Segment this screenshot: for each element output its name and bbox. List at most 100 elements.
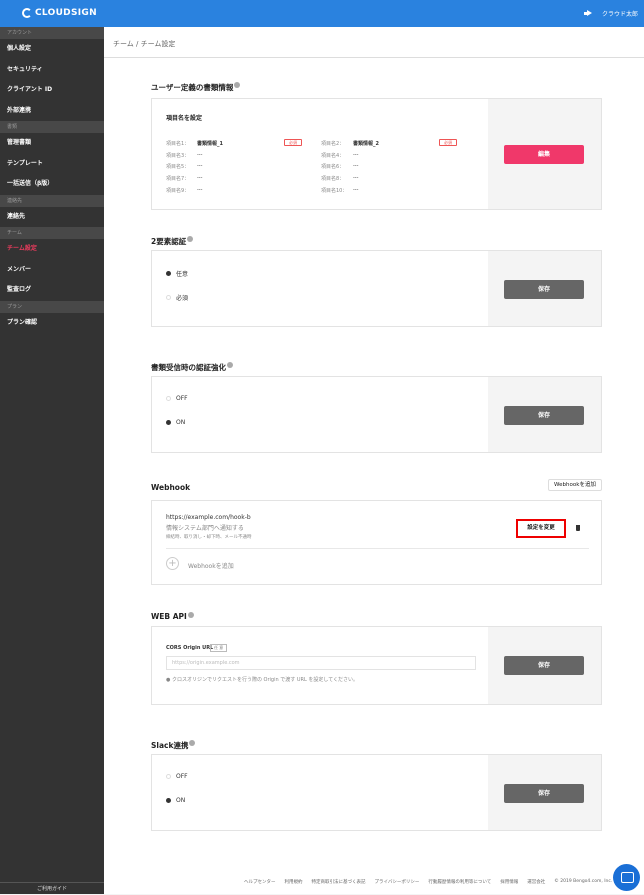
divider xyxy=(166,548,589,549)
field-label-2: 項目名2： xyxy=(321,141,345,147)
custom-title-text: ユーザー定義の書類情報 xyxy=(151,83,234,92)
save-button-receive[interactable]: 保存 xyxy=(504,406,584,425)
add-webhook-link[interactable]: Webhookを追加 xyxy=(188,561,234,570)
field-label-6: 項目名6： xyxy=(321,164,345,170)
footer-legal[interactable]: 特定商取引法に基づく表記 xyxy=(312,879,366,885)
field-value-2: 書類情報_2 xyxy=(353,141,379,147)
action-panel: 編集 xyxy=(488,99,601,209)
field-value-5: --- xyxy=(197,163,203,169)
help-icon[interactable] xyxy=(189,740,196,746)
sidebar-item-personal[interactable]: 個人設定 xyxy=(0,39,104,60)
webapi-title-text: WEB API xyxy=(151,612,187,621)
add-webhook-button-top[interactable]: Webhookを追加 xyxy=(548,479,602,491)
action-panel: 保存 xyxy=(488,627,601,704)
footer-recruit[interactable]: 採用情報 xyxy=(500,879,518,885)
sidebar-item-external[interactable]: 外部連携 xyxy=(0,101,104,122)
option-label: 任意 xyxy=(176,271,189,278)
twofa-title-text: 2要素認証 xyxy=(151,237,187,246)
section-title-webhook: Webhook xyxy=(151,483,191,492)
footer-company[interactable]: 運営会社 xyxy=(527,879,545,885)
section-title-webapi: WEB API xyxy=(151,612,194,621)
field-label-5: 項目名5： xyxy=(166,164,190,170)
section-title-2fa: 2要素認証 xyxy=(151,236,194,247)
save-button-slack[interactable]: 保存 xyxy=(504,784,584,803)
top-bar: CLOUDSIGN クラウド太郎 xyxy=(0,0,644,27)
sidebar-item-audit-log[interactable]: 監査ログ xyxy=(0,280,104,301)
help-icon[interactable] xyxy=(187,612,194,618)
sidebar-section-plan: プラン xyxy=(0,300,104,313)
change-settings-button[interactable]: 設定を変更 xyxy=(516,519,566,538)
footer-help[interactable]: ヘルプセンター xyxy=(244,879,276,885)
help-icon[interactable] xyxy=(227,362,233,368)
cors-label: CORS Origin URL xyxy=(166,645,214,651)
slack-title-text: Slack連携 xyxy=(151,741,189,750)
megaphone-icon[interactable] xyxy=(583,10,592,17)
help-icon[interactable] xyxy=(234,82,241,88)
slack-option-on[interactable]: ON xyxy=(166,797,185,804)
field-value-1: 書類情報_1 xyxy=(197,141,223,147)
sidebar-item-bulk-send[interactable]: 一括送信（β版） xyxy=(0,174,104,195)
field-label-10: 項目名10： xyxy=(321,188,348,194)
cloudsign-logo[interactable]: CLOUDSIGN xyxy=(22,8,97,18)
slack-card: OFF ON 保存 xyxy=(151,754,602,831)
twofa-option-required[interactable]: 必須 xyxy=(166,293,188,302)
footer-behavior[interactable]: 行動履歴情報の利用等について xyxy=(428,879,491,885)
field-label-3: 項目名3： xyxy=(166,153,190,159)
twofa-option-optional[interactable]: 任意 xyxy=(166,269,188,278)
sidebar-item-team-settings[interactable]: チーム設定 xyxy=(0,239,104,260)
twofa-card: 任意 必須 保存 xyxy=(151,250,602,327)
receive-option-on[interactable]: ON xyxy=(166,419,185,426)
option-label: 必須 xyxy=(176,295,189,302)
receive-auth-card: OFF ON 保存 xyxy=(151,376,602,453)
sidebar-section-account: アカウント xyxy=(0,27,104,39)
trash-icon[interactable] xyxy=(576,525,580,531)
custom-info-card: 項目名を設定 項目名1： 書類情報_1 必須 項目名2： 書類情報_2 必須 項… xyxy=(151,98,602,210)
sidebar-item-client-id[interactable]: クライアント ID xyxy=(0,80,104,101)
sidebar-item-contacts[interactable]: 連絡先 xyxy=(0,207,104,228)
help-icon[interactable] xyxy=(187,236,194,242)
webhook-card: https://example.com/hook-b 情報システム部門へ通知する… xyxy=(151,500,602,585)
sidebar-section-documents: 書類 xyxy=(0,121,104,133)
footer-copyright: © 2019 Bengo4.com, Inc. xyxy=(554,879,613,884)
slack-option-off[interactable]: OFF xyxy=(166,773,188,780)
cors-origin-input[interactable]: https://origin.example.com xyxy=(166,656,476,670)
usage-guide-link[interactable]: ご利用ガイド xyxy=(0,882,104,894)
section-title-custom: ユーザー定義の書類情報 xyxy=(151,82,241,93)
save-button-webapi[interactable]: 保存 xyxy=(504,656,584,675)
user-menu[interactable]: クラウド太郎 xyxy=(602,9,638,18)
breadcrumb: チーム / チーム設定 xyxy=(113,40,176,48)
sidebar: アカウント 個人設定 セキュリティ クライアント ID 外部連携 書類 管理書類… xyxy=(0,27,104,894)
radio-icon xyxy=(166,295,171,300)
chat-icon[interactable] xyxy=(613,864,640,891)
save-button-2fa[interactable]: 保存 xyxy=(504,280,584,299)
sidebar-item-members[interactable]: メンバー xyxy=(0,260,104,281)
webhook-events: 締結時、取り消し・却下時、メール不通時 xyxy=(166,535,252,540)
divider xyxy=(104,57,644,58)
field-value-8: --- xyxy=(353,175,359,181)
optional-badge: 任 意 xyxy=(210,644,228,652)
action-panel: 保存 xyxy=(488,251,601,326)
sidebar-item-plan[interactable]: プラン確認 xyxy=(0,313,104,334)
radio-icon xyxy=(166,396,171,401)
radio-icon xyxy=(166,774,171,779)
plus-icon[interactable]: + xyxy=(166,557,179,570)
field-value-10: --- xyxy=(353,187,359,193)
logo-text: CLOUDSIGN xyxy=(35,8,97,18)
receive-title-text: 書類受信時の認証強化 xyxy=(151,363,226,372)
sidebar-item-managed-docs[interactable]: 管理書類 xyxy=(0,133,104,154)
edit-button[interactable]: 編集 xyxy=(504,145,584,164)
footer-links: ヘルプセンター 利用規約 特定商取引法に基づく表記 プライバシーポリシー 行動履… xyxy=(244,879,612,885)
sidebar-item-templates[interactable]: テンプレート xyxy=(0,154,104,175)
footer-terms[interactable]: 利用規約 xyxy=(285,879,303,885)
sidebar-section-team: チーム xyxy=(0,227,104,239)
radio-selected-icon xyxy=(166,271,171,276)
cors-note: ● クロスオリジンでリクエストを行う際の Origin で渡す URL を設定し… xyxy=(166,677,359,683)
field-label-7: 項目名7： xyxy=(166,176,190,182)
sidebar-item-security[interactable]: セキュリティ xyxy=(0,60,104,81)
field-label-1: 項目名1： xyxy=(166,141,190,147)
field-value-9: --- xyxy=(197,187,203,193)
receive-option-off[interactable]: OFF xyxy=(166,395,188,402)
required-badge-1: 必須 xyxy=(284,139,302,146)
footer-privacy[interactable]: プライバシーポリシー xyxy=(375,879,420,885)
action-panel: 保存 xyxy=(488,377,601,452)
